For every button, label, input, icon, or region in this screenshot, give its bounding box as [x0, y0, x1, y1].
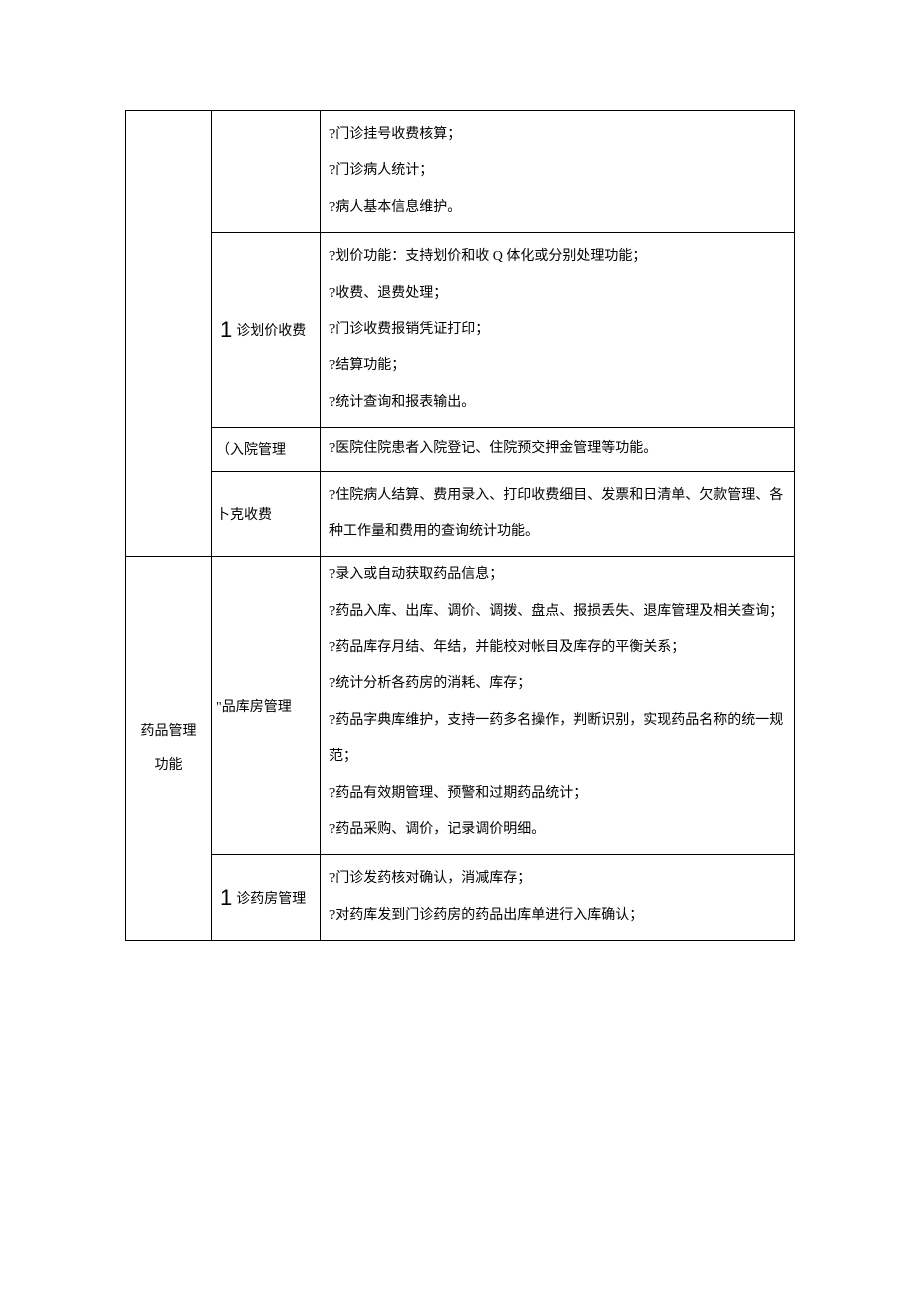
desc-line: ?统计查询和报表输出。: [329, 385, 786, 421]
table-row: （入院管理 ?医院住院患者入院登记、住院预交押金管理等功能。: [126, 428, 795, 471]
module-label: 诊药房管理: [236, 888, 306, 908]
module-label: 诊划价收费: [236, 320, 306, 340]
category-cell: 药品管理 功能: [126, 557, 212, 941]
desc-line: ?医院住院患者入院登记、住院预交押金管理等功能。: [329, 438, 786, 460]
desc-line: ?录入或自动获取药品信息；: [329, 557, 786, 593]
module-cell: 1 诊划价收费: [212, 233, 321, 428]
desc-line: ?统计分析各药房的消耗、库存；: [329, 666, 786, 702]
desc-cell: ?住院病人结算、费用录入、打印收费细目、发票和日清单、欠款管理、各种工作量和费用…: [321, 471, 795, 557]
desc-line: ?药品字典库维护，支持一药多名操作，判断识别，实现药品名称的统一规范；: [329, 703, 786, 776]
desc-line: ?门诊收费报销凭证打印；: [329, 312, 786, 348]
module-cell: [212, 111, 321, 233]
desc-line: ?药品库存月结、年结，并能校对帐目及库存的平衡关系；: [329, 630, 786, 666]
desc-line: ?划价功能：支持划价和收 Q 体化或分别处理功能；: [329, 239, 786, 275]
module-number: 1: [220, 885, 232, 911]
category-cell: [126, 111, 212, 557]
desc-line: ?门诊挂号收费核算；: [329, 117, 786, 153]
module-number: 1: [220, 317, 232, 343]
table-row: 卜克收费 ?住院病人结算、费用录入、打印收费细目、发票和日清单、欠款管理、各种工…: [126, 471, 795, 557]
desc-line: ?结算功能；: [329, 348, 786, 384]
desc-line: ?收费、退费处理；: [329, 276, 786, 312]
module-label: （入院管理: [216, 443, 286, 458]
desc-line: ?住院病人结算、费用录入、打印收费细目、发票和日清单、欠款管理、各种工作量和费用…: [329, 478, 786, 551]
category-label: 药品管理 功能: [126, 715, 211, 782]
desc-content: ?住院病人结算、费用录入、打印收费细目、发票和日清单、欠款管理、各种工作量和费用…: [321, 472, 794, 557]
desc-content: ?门诊发药核对确认，消减库存； ?对药库发到门诊药房的药品出库单进行入库确认；: [321, 855, 794, 940]
desc-cell: ?医院住院患者入院登记、住院预交押金管理等功能。: [321, 428, 795, 471]
desc-line: ?病人基本信息维护。: [329, 190, 786, 226]
module-cell: "品库房管理: [212, 557, 321, 855]
desc-content: ?划价功能：支持划价和收 Q 体化或分别处理功能； ?收费、退费处理； ?门诊收…: [321, 233, 794, 427]
desc-line: ?药品有效期管理、预警和过期药品统计；: [329, 776, 786, 812]
table-row: 1 诊划价收费 ?划价功能：支持划价和收 Q 体化或分别处理功能； ?收费、退费…: [126, 233, 795, 428]
spec-table: ?门诊挂号收费核算； ?门诊病人统计； ?病人基本信息维护。 1 诊划价收费 ?…: [125, 110, 795, 941]
module-cell: （入院管理: [212, 428, 321, 471]
desc-line: ?门诊病人统计；: [329, 153, 786, 189]
module-cell: 卜克收费: [212, 471, 321, 557]
module-label: 卜克收费: [216, 508, 272, 523]
table-row: 1 诊药房管理 ?门诊发药核对确认，消减库存； ?对药库发到门诊药房的药品出库单…: [126, 855, 795, 941]
desc-content: ?录入或自动获取药品信息； ?药品入库、出库、调价、调拨、盘点、报损丢失、退库管…: [321, 557, 794, 854]
desc-line: ?对药库发到门诊药房的药品出库单进行入库确认；: [329, 898, 786, 934]
table-row: 药品管理 功能 "品库房管理 ?录入或自动获取药品信息； ?药品入库、出库、调价…: [126, 557, 795, 855]
desc-cell: ?录入或自动获取药品信息； ?药品入库、出库、调价、调拨、盘点、报损丢失、退库管…: [321, 557, 795, 855]
desc-line: ?药品采购、调价，记录调价明细。: [329, 812, 786, 848]
desc-line: ?门诊发药核对确认，消减库存；: [329, 861, 786, 897]
desc-cell: ?划价功能：支持划价和收 Q 体化或分别处理功能； ?收费、退费处理； ?门诊收…: [321, 233, 795, 428]
table-row: ?门诊挂号收费核算； ?门诊病人统计； ?病人基本信息维护。: [126, 111, 795, 233]
desc-content: ?门诊挂号收费核算； ?门诊病人统计； ?病人基本信息维护。: [321, 111, 794, 232]
desc-cell: ?门诊发药核对确认，消减库存； ?对药库发到门诊药房的药品出库单进行入库确认；: [321, 855, 795, 941]
desc-line: ?药品入库、出库、调价、调拨、盘点、报损丢失、退库管理及相关查询；: [329, 594, 786, 630]
desc-cell: ?门诊挂号收费核算； ?门诊病人统计； ?病人基本信息维护。: [321, 111, 795, 233]
desc-content: ?医院住院患者入院登记、住院预交押金管理等功能。: [321, 428, 794, 470]
module-label: "品库房管理: [216, 700, 292, 715]
document-page: ?门诊挂号收费核算； ?门诊病人统计； ?病人基本信息维护。 1 诊划价收费 ?…: [0, 0, 920, 1001]
module-cell: 1 诊药房管理: [212, 855, 321, 941]
